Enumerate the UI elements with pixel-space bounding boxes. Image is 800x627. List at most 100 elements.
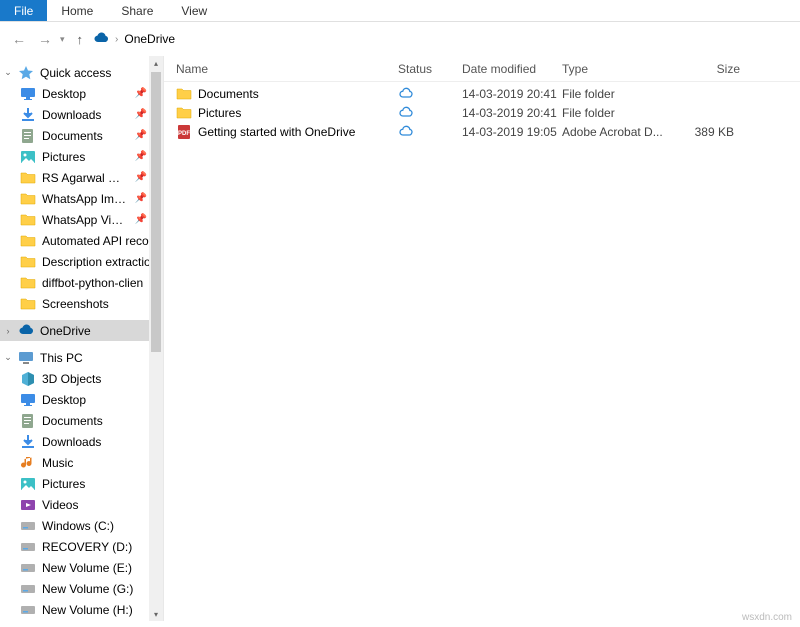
column-type[interactable]: Type bbox=[562, 62, 670, 76]
file-name: Documents bbox=[198, 87, 259, 101]
sidebar-item-rs-agarwal-quan[interactable]: RS Agarwal Quan 📌 bbox=[0, 167, 163, 188]
sidebar-item-3d-objects[interactable]: 3D Objects bbox=[0, 368, 163, 389]
sidebar-item-whatsapp-video[interactable]: WhatsApp Video 📌 bbox=[0, 209, 163, 230]
pin-icon: 📌 bbox=[135, 151, 147, 162]
sidebar-item-label: This PC bbox=[40, 351, 83, 365]
sidebar-item-music[interactable]: Music bbox=[0, 452, 163, 473]
file-name: Getting started with OneDrive bbox=[198, 125, 355, 139]
column-date[interactable]: Date modified bbox=[462, 62, 562, 76]
sidebar-onedrive[interactable]: › OneDrive bbox=[0, 320, 163, 341]
doc-icon bbox=[20, 413, 36, 429]
sidebar-item-label: Screenshots bbox=[42, 297, 109, 311]
file-row[interactable]: Getting started with OneDrive 14-03-2019… bbox=[164, 122, 800, 141]
cloud-status-icon bbox=[398, 124, 414, 140]
onedrive-icon bbox=[93, 31, 109, 47]
sidebar-item-label: New Volume (E:) bbox=[42, 561, 132, 575]
doc-icon bbox=[20, 128, 36, 144]
scroll-up-icon[interactable]: ▴ bbox=[149, 56, 163, 70]
pdf-icon bbox=[176, 124, 192, 140]
file-name: Pictures bbox=[198, 106, 241, 120]
sidebar-item-diffbot-python-clien[interactable]: diffbot-python-clien bbox=[0, 272, 163, 293]
chevron-right-icon[interactable]: › bbox=[4, 326, 12, 336]
back-button[interactable]: ← bbox=[12, 31, 26, 47]
sidebar-item-pictures[interactable]: Pictures bbox=[0, 473, 163, 494]
sidebar-item-label: Quick access bbox=[40, 66, 111, 80]
pin-icon: 📌 bbox=[135, 214, 147, 225]
sidebar-item-label: Documents bbox=[42, 414, 103, 428]
desktop-icon bbox=[20, 392, 36, 408]
sidebar-item-label: New Volume (G:) bbox=[42, 582, 133, 596]
sidebar-item-desktop[interactable]: Desktop bbox=[0, 389, 163, 410]
cloud-status-icon bbox=[398, 86, 414, 102]
sidebar-item-downloads[interactable]: Downloads bbox=[0, 431, 163, 452]
chevron-down-icon[interactable]: ⌄ bbox=[4, 352, 12, 363]
scroll-down-icon[interactable]: ▾ bbox=[149, 607, 163, 621]
file-type: File folder bbox=[562, 106, 670, 120]
column-name[interactable]: Name bbox=[176, 62, 398, 76]
cloud-status-icon bbox=[398, 105, 414, 121]
sidebar-item-label: Windows (C:) bbox=[42, 519, 114, 533]
pin-icon: 📌 bbox=[135, 193, 147, 204]
sidebar-item-label: RS Agarwal Quan bbox=[42, 171, 129, 185]
sidebar-item-downloads[interactable]: Downloads 📌 bbox=[0, 104, 163, 125]
forward-button[interactable]: → bbox=[38, 31, 52, 47]
sidebar-item-documents[interactable]: Documents bbox=[0, 410, 163, 431]
file-row[interactable]: Documents 14-03-2019 20:41 File folder bbox=[164, 84, 800, 103]
sidebar-item-videos[interactable]: Videos bbox=[0, 494, 163, 515]
sidebar-item-new-volume-g-[interactable]: New Volume (G:) bbox=[0, 578, 163, 599]
file-type: File folder bbox=[562, 87, 670, 101]
sidebar-item-windows-c-[interactable]: Windows (C:) bbox=[0, 515, 163, 536]
column-size[interactable]: Size bbox=[670, 62, 740, 76]
file-list-pane: Name Status Date modified Type Size Docu… bbox=[164, 56, 800, 621]
chevron-down-icon[interactable]: ⌄ bbox=[4, 67, 12, 78]
disk-icon bbox=[20, 518, 36, 534]
tab-file[interactable]: File bbox=[0, 0, 47, 21]
file-date: 14-03-2019 20:41 bbox=[462, 87, 562, 101]
pin-icon: 📌 bbox=[135, 172, 147, 183]
tab-share[interactable]: Share bbox=[107, 0, 167, 21]
sidebar-item-desktop[interactable]: Desktop 📌 bbox=[0, 83, 163, 104]
file-row[interactable]: Pictures 14-03-2019 20:41 File folder bbox=[164, 103, 800, 122]
sidebar-quick-access[interactable]: ⌄ Quick access bbox=[0, 62, 163, 83]
3d-icon bbox=[20, 371, 36, 387]
sidebar-item-label: WhatsApp Image bbox=[42, 192, 129, 206]
navigation-pane: ⌄ Quick access Desktop 📌 Downloads 📌 Doc… bbox=[0, 56, 164, 621]
up-button[interactable]: ↑ bbox=[77, 32, 84, 47]
history-dropdown[interactable]: ▾ bbox=[60, 34, 65, 45]
sidebar-scrollbar[interactable]: ▴ ▾ bbox=[149, 56, 163, 621]
sidebar-item-whatsapp-image[interactable]: WhatsApp Image 📌 bbox=[0, 188, 163, 209]
sidebar-item-label: 3D Objects bbox=[42, 372, 101, 386]
sidebar-item-label: Pictures bbox=[42, 150, 85, 164]
sidebar-item-label: Downloads bbox=[42, 108, 101, 122]
sidebar-item-label: Pictures bbox=[42, 477, 85, 491]
breadcrumb[interactable]: › OneDrive bbox=[93, 31, 175, 47]
folder-icon bbox=[20, 296, 36, 312]
sidebar-item-pictures[interactable]: Pictures 📌 bbox=[0, 146, 163, 167]
folder-icon bbox=[20, 170, 36, 186]
folder-icon bbox=[176, 86, 192, 102]
sidebar-item-recovery-d-[interactable]: RECOVERY (D:) bbox=[0, 536, 163, 557]
sidebar-this-pc[interactable]: ⌄ This PC bbox=[0, 347, 163, 368]
column-status[interactable]: Status bbox=[398, 62, 462, 76]
breadcrumb-location[interactable]: OneDrive bbox=[124, 32, 175, 46]
sidebar-item-description-extractio[interactable]: Description extractio bbox=[0, 251, 163, 272]
disk-icon bbox=[20, 602, 36, 618]
folder-icon bbox=[20, 212, 36, 228]
sidebar-item-label: Documents bbox=[42, 129, 103, 143]
sidebar-item-new-volume-h-[interactable]: New Volume (H:) bbox=[0, 599, 163, 620]
watermark: wsxdn.com bbox=[742, 612, 792, 623]
pin-icon: 📌 bbox=[135, 109, 147, 120]
tab-view[interactable]: View bbox=[167, 0, 221, 21]
sidebar-item-new-volume-e-[interactable]: New Volume (E:) bbox=[0, 557, 163, 578]
sidebar-item-automated-api-reco[interactable]: Automated API reco bbox=[0, 230, 163, 251]
sidebar-item-documents[interactable]: Documents 📌 bbox=[0, 125, 163, 146]
pictures-icon bbox=[20, 476, 36, 492]
tab-home[interactable]: Home bbox=[47, 0, 107, 21]
download-icon bbox=[20, 107, 36, 123]
scroll-thumb[interactable] bbox=[151, 72, 161, 352]
sidebar-item-label: Videos bbox=[42, 498, 78, 512]
folder-icon bbox=[20, 275, 36, 291]
sidebar-item-label: RECOVERY (D:) bbox=[42, 540, 132, 554]
sidebar-item-label: New Volume (H:) bbox=[42, 603, 133, 617]
sidebar-item-screenshots[interactable]: Screenshots bbox=[0, 293, 163, 314]
